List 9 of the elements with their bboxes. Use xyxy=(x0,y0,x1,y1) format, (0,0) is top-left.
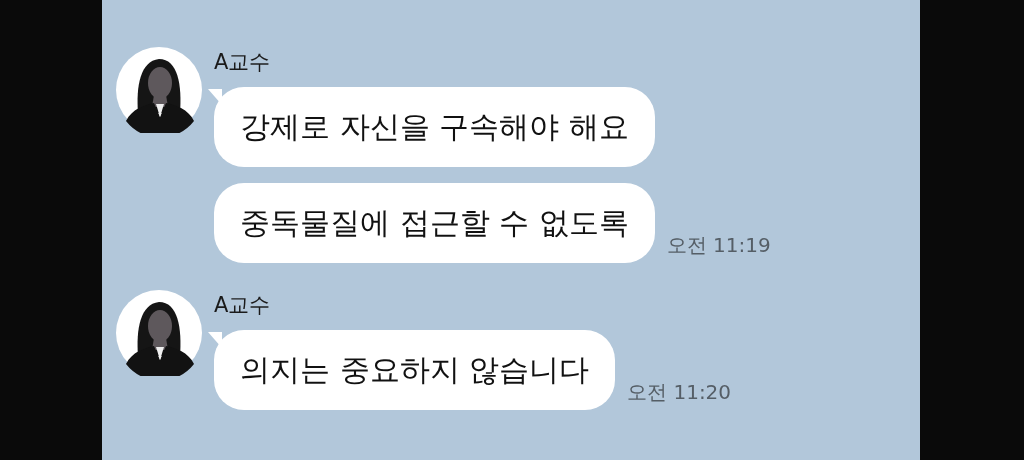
sender-name: A교수 xyxy=(214,292,272,318)
message-bubble: 의지는 중요하지 않습니다 xyxy=(214,330,616,410)
message-time: 오전 11:20 xyxy=(627,379,732,406)
message-bubble: 강제로 자신을 구속해야 해요 xyxy=(214,87,655,167)
sender-name: A교수 xyxy=(214,49,272,75)
message-bubble: 중독물질에 접근할 수 없도록 xyxy=(214,183,655,263)
message-time: 오전 11:19 xyxy=(666,232,771,259)
avatar-icon[interactable] xyxy=(116,47,202,133)
avatar-icon[interactable] xyxy=(116,290,202,376)
